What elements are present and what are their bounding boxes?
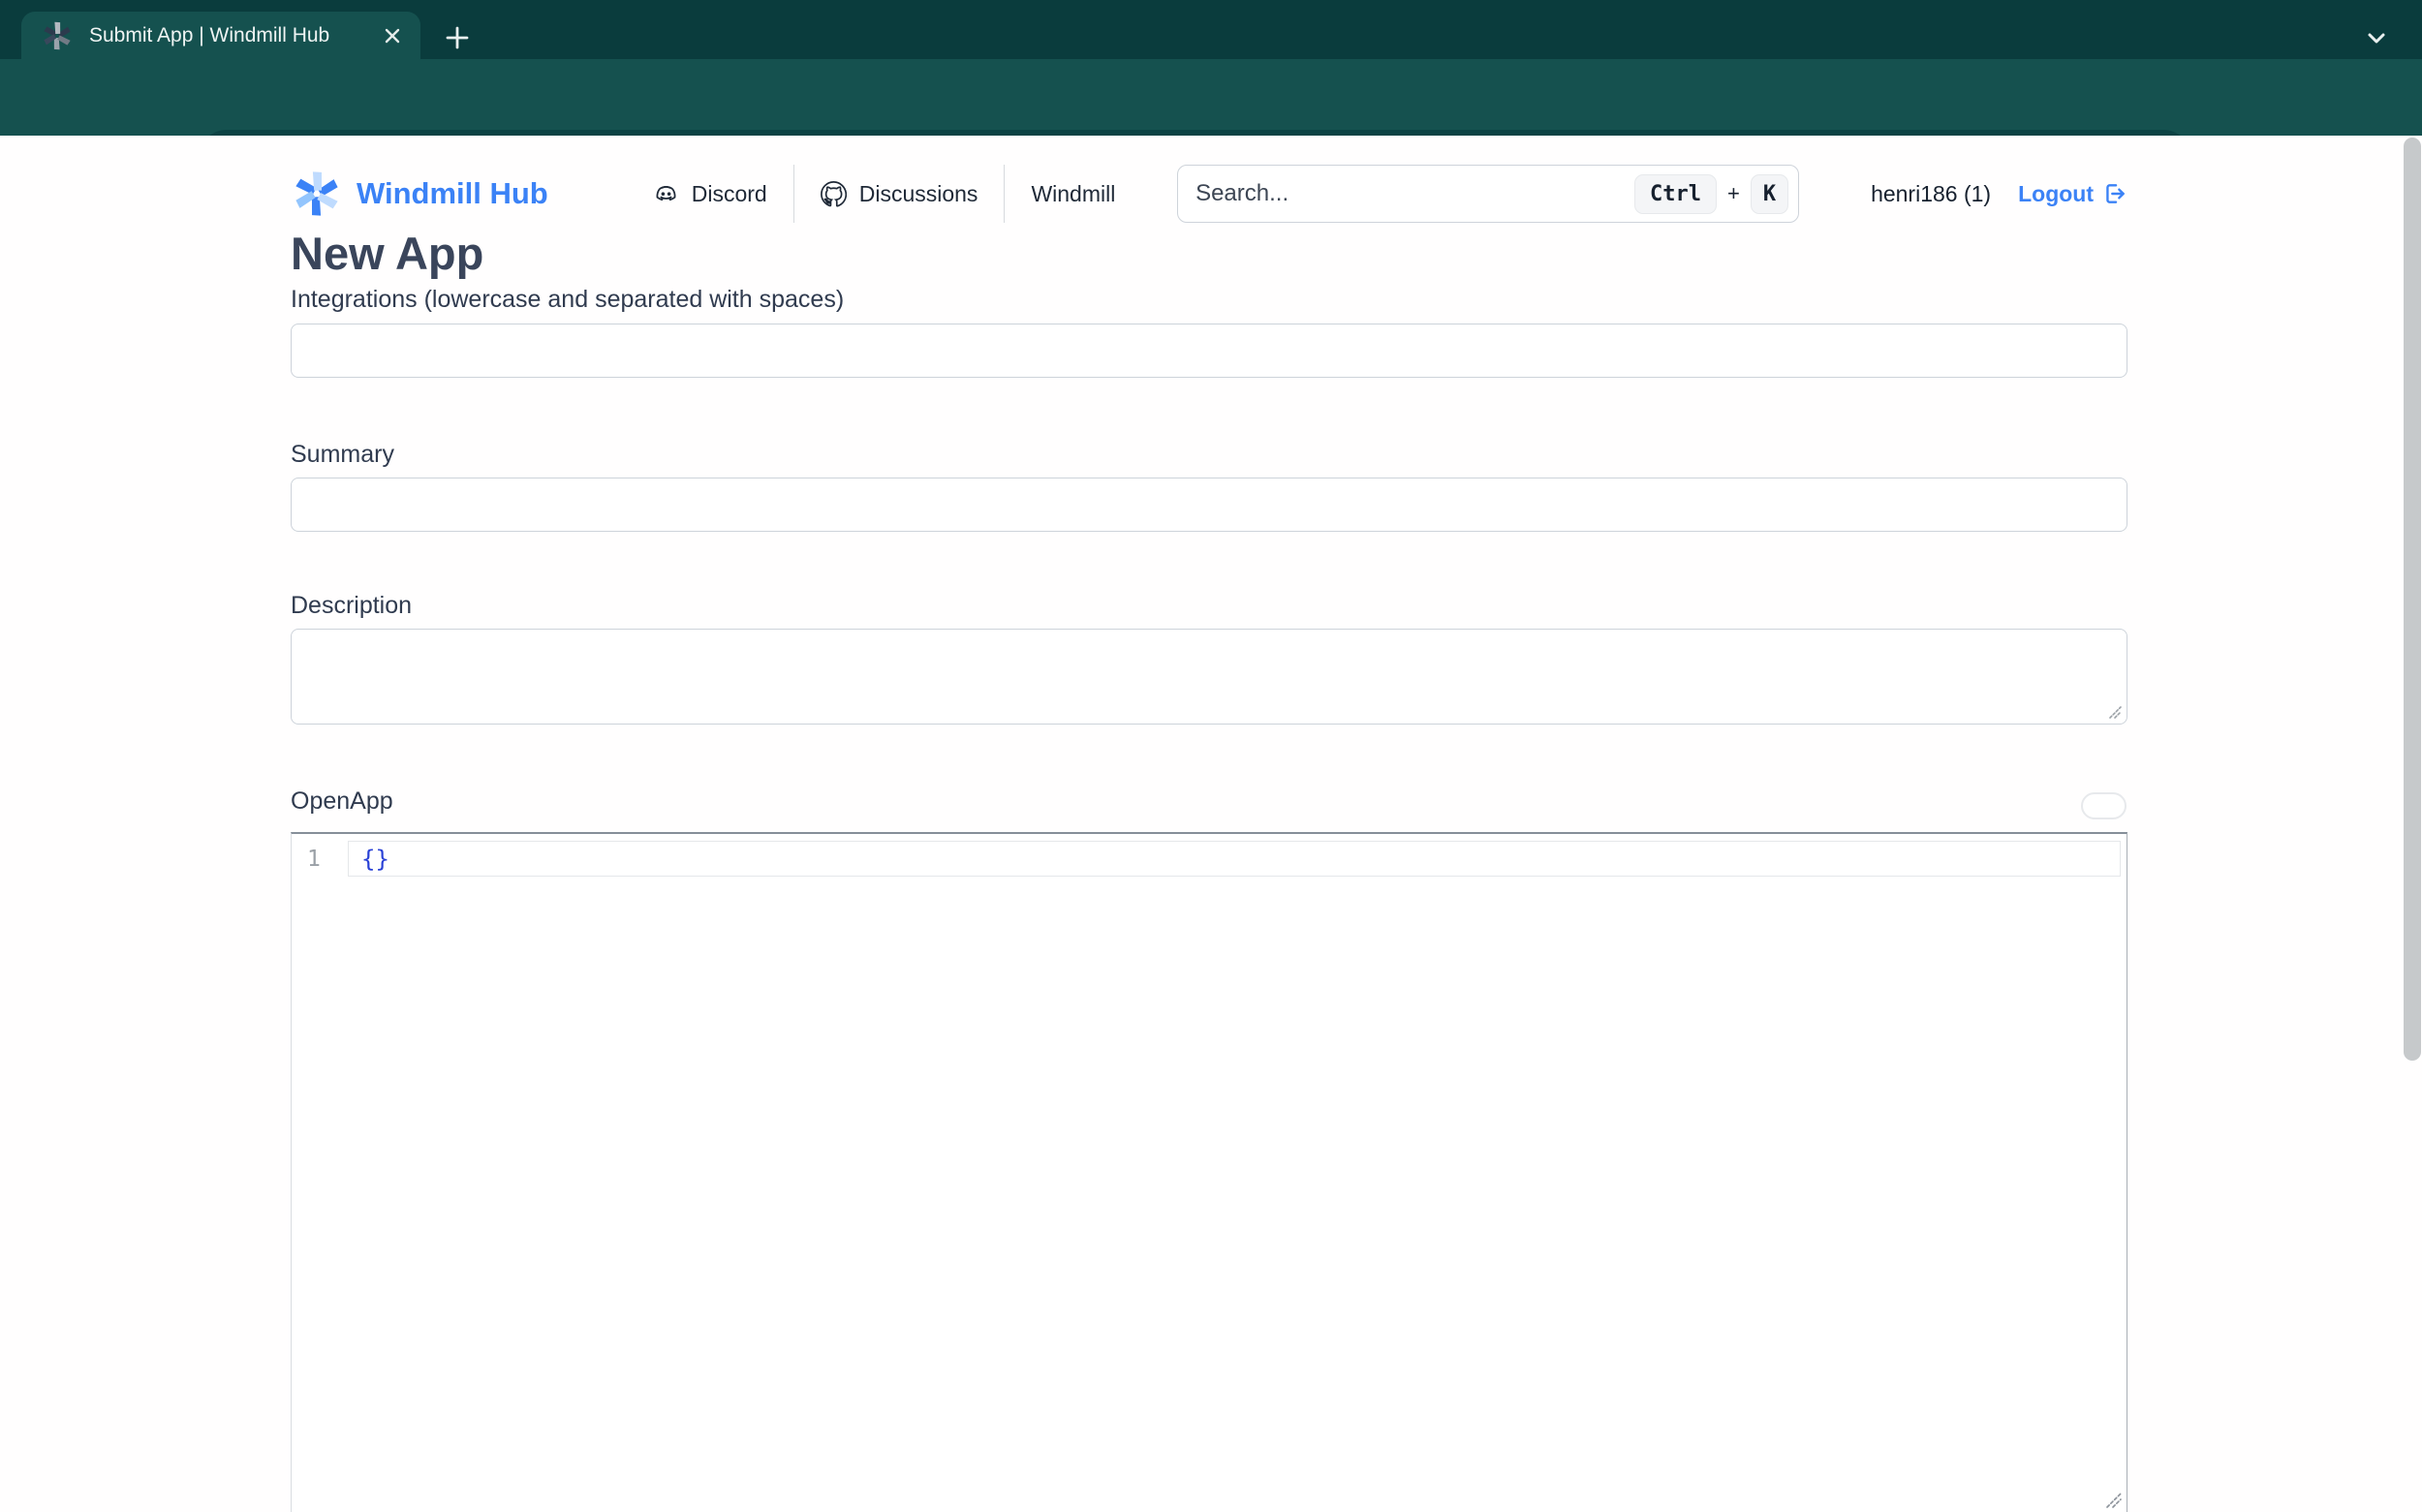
nav-item-windmill[interactable]: Windmill — [1031, 181, 1115, 207]
page-title: New App — [291, 227, 483, 280]
site-header: Windmill Hub Discord — [291, 157, 2127, 231]
page-scrollbar[interactable] — [2404, 138, 2421, 1061]
openapp-code-editor[interactable]: 1 {} — [291, 832, 2127, 1512]
editor-active-line[interactable]: {} — [348, 841, 2121, 877]
main-nav: Discord Discussions Windmill — [653, 165, 1116, 223]
description-textarea[interactable] — [291, 629, 2127, 725]
tab-strip: Submit App | Windmill Hub — [0, 0, 2422, 59]
new-tab-button[interactable] — [441, 21, 474, 54]
nav-label: Discussions — [859, 181, 978, 207]
editor-code: {} — [361, 846, 389, 873]
summary-input[interactable] — [291, 478, 2127, 532]
username: henri186 (1) — [1871, 181, 1991, 207]
openapp-toggle[interactable] — [2081, 792, 2127, 819]
github-icon — [821, 181, 847, 207]
user-area: henri186 (1) Logout — [1871, 181, 2127, 207]
discord-icon — [653, 181, 679, 207]
nav-label: Windmill — [1031, 181, 1115, 207]
brand-logo[interactable]: Windmill Hub — [291, 168, 548, 220]
kbd-k: K — [1751, 174, 1788, 214]
integrations-input[interactable] — [291, 324, 2127, 378]
description-label: Description — [291, 592, 412, 620]
nav-divider — [793, 165, 794, 223]
integrations-label: Integrations (lowercase and separated wi… — [291, 286, 844, 314]
kbd-ctrl: Ctrl — [1634, 174, 1717, 214]
editor-line-number: 1 — [307, 847, 321, 872]
search-input[interactable]: Search... Ctrl + K — [1177, 165, 1799, 223]
nav-item-discord[interactable]: Discord — [653, 181, 767, 207]
nav-divider — [1004, 165, 1005, 223]
nav-item-discussions[interactable]: Discussions — [821, 181, 978, 207]
windmill-logo-icon — [291, 168, 343, 220]
description-field — [291, 629, 2127, 725]
content-container: Windmill Hub Discord — [291, 136, 2127, 1512]
brand-name: Windmill Hub — [357, 176, 548, 211]
browser-tab[interactable]: Submit App | Windmill Hub — [21, 12, 420, 59]
logout-label: Logout — [2018, 181, 2094, 207]
tab-search-chevron-icon[interactable] — [2360, 23, 2393, 52]
page-viewport: Windmill Hub Discord — [0, 136, 2422, 1512]
editor-resize-handle[interactable] — [2102, 1489, 2124, 1510]
openapp-label: OpenApp — [291, 787, 393, 816]
close-tab-icon[interactable] — [380, 23, 405, 48]
logout-button[interactable]: Logout — [2018, 181, 2127, 207]
search-placeholder: Search... — [1195, 180, 1634, 207]
browser-window: Submit App | Windmill Hub — [0, 0, 2422, 1512]
logout-icon — [2102, 181, 2127, 206]
textarea-resize-handle[interactable] — [2106, 703, 2124, 721]
kbd-plus: + — [1727, 181, 1740, 206]
nav-label: Discord — [692, 181, 767, 207]
windmill-favicon-icon — [41, 19, 74, 52]
summary-label: Summary — [291, 441, 394, 469]
tab-title: Submit App | Windmill Hub — [89, 24, 380, 47]
browser-toolbar: hub.windmill.dev/apps/add — [0, 59, 2422, 136]
